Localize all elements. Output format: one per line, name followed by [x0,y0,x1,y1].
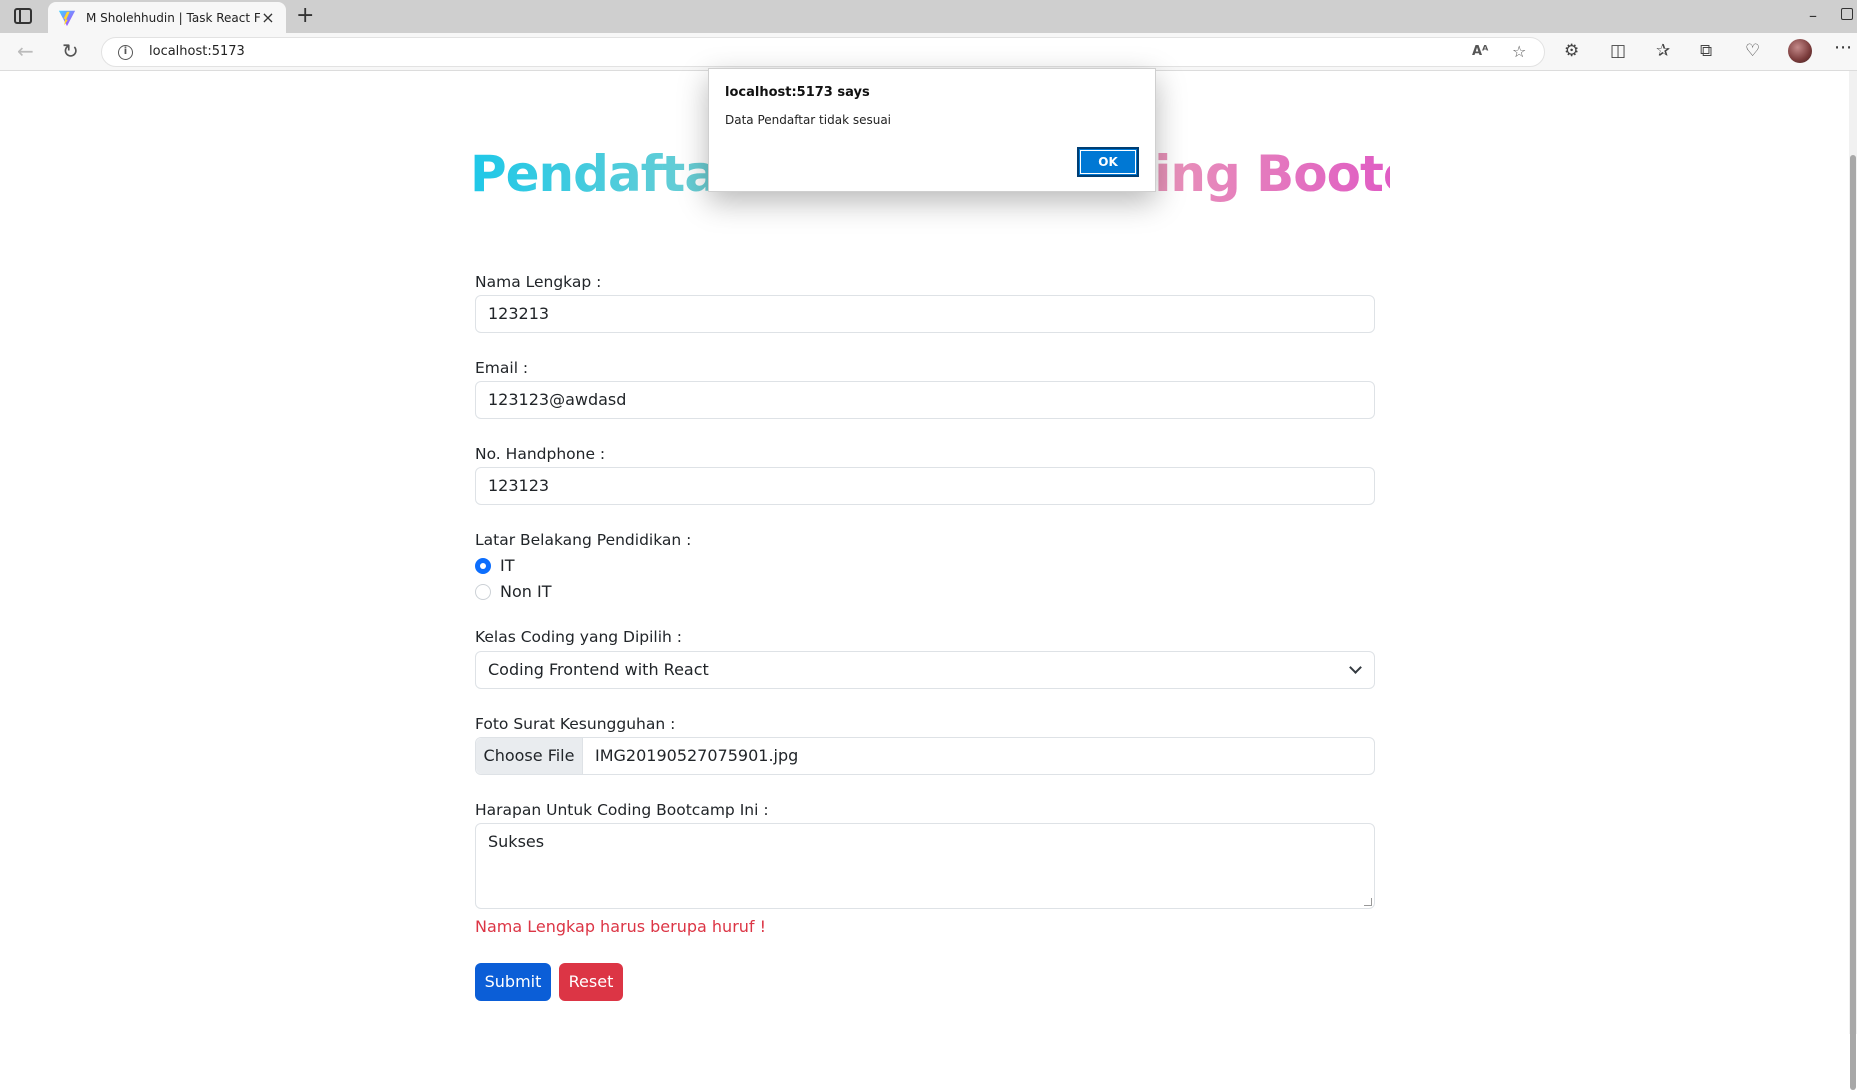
nama-label: Nama Lengkap : [475,273,602,291]
email-label: Email : [475,359,529,377]
kelas-select[interactable]: Coding Frontend with React [475,651,1375,689]
vite-favicon-icon [58,10,76,26]
site-info-icon[interactable]: i [118,45,133,60]
dialog-message: Data Pendaftar tidak sesuai [725,113,892,127]
dialog-ok-button[interactable]: OK [1077,147,1139,177]
minimize-window-icon[interactable]: – [1809,6,1817,25]
harapan-textarea[interactable]: Sukses [475,823,1375,909]
collections-icon[interactable]: ⧉ [1700,41,1712,61]
submit-button[interactable]: Submit [475,963,551,1001]
url-text[interactable]: localhost:5173 [149,44,245,59]
tab-title: M Sholehhudin | Task React Form [86,10,260,25]
scrollbar-thumb[interactable] [1850,155,1856,1090]
kelas-selected-value: Coding Frontend with React [488,660,709,679]
handphone-input[interactable]: 123123 [475,467,1375,505]
handphone-label: No. Handphone : [475,445,606,463]
browser-toolbar: ← ↻ i localhost:5173 Aᴬ ☆ ⚙ ◫ ✰ ⧉ ♡ ⋯ [0,33,1857,71]
reload-icon[interactable]: ↻ [62,41,79,61]
back-arrow-icon[interactable]: ← [17,41,34,61]
radio-non-it[interactable] [475,583,491,600]
choose-file-button[interactable]: Choose File [476,738,583,774]
extensions-icon[interactable]: ⚙ [1564,41,1579,61]
reset-button[interactable]: Reset [559,963,623,1001]
split-screen-icon[interactable]: ◫ [1610,41,1626,61]
restore-window-icon[interactable] [1841,8,1853,20]
radio-option-non-it[interactable]: Non IT [475,582,551,601]
favorites-icon[interactable]: ✰ [1656,41,1670,61]
kelas-label: Kelas Coding yang Dipilih : [475,628,683,646]
radio-it-label: IT [500,556,515,575]
profile-avatar[interactable] [1788,39,1812,63]
page-scrollbar[interactable] [1849,71,1857,1090]
page-viewport: Pendaftaran Peserta Coding Bootcamp Nama… [0,71,1857,1034]
chevron-down-icon [1349,661,1362,674]
browser-tab-bar: M Sholehhudin | Task React Form × + – [0,0,1857,33]
radio-option-it[interactable]: IT [475,556,515,575]
tab-actions-icon[interactable] [14,8,32,24]
resize-handle-icon[interactable] [1364,898,1372,906]
radio-non-it-label: Non IT [500,582,552,601]
foto-label: Foto Surat Kesungguhan : [475,715,676,733]
error-message: Nama Lengkap harus berupa huruf ! [475,917,767,936]
address-bar[interactable]: i localhost:5173 Aᴬ ☆ [101,37,1545,67]
favorite-star-icon[interactable]: ☆ [1512,42,1526,61]
more-options-icon[interactable]: ⋯ [1834,37,1853,58]
alert-dialog: localhost:5173 says Data Pendaftar tidak… [708,68,1156,192]
pendidikan-label: Latar Belakang Pendidikan : [475,531,692,549]
new-tab-icon[interactable]: + [296,4,314,28]
read-aloud-icon[interactable]: Aᴬ [1472,44,1488,59]
dialog-title: localhost:5173 says [725,85,870,100]
nama-input[interactable]: 123213 [475,295,1375,333]
email-input[interactable]: 123123@awdasd [475,381,1375,419]
close-tab-icon[interactable]: × [260,8,276,27]
foto-file-input[interactable]: Choose File IMG20190527075901.jpg [475,737,1375,775]
harapan-text: Sukses [488,832,545,851]
selected-filename: IMG20190527075901.jpg [595,746,799,765]
harapan-label: Harapan Untuk Coding Bootcamp Ini : [475,801,769,819]
browser-tab[interactable]: M Sholehhudin | Task React Form × [48,2,286,33]
radio-it[interactable] [475,557,491,574]
browser-essentials-icon[interactable]: ♡ [1745,41,1760,61]
